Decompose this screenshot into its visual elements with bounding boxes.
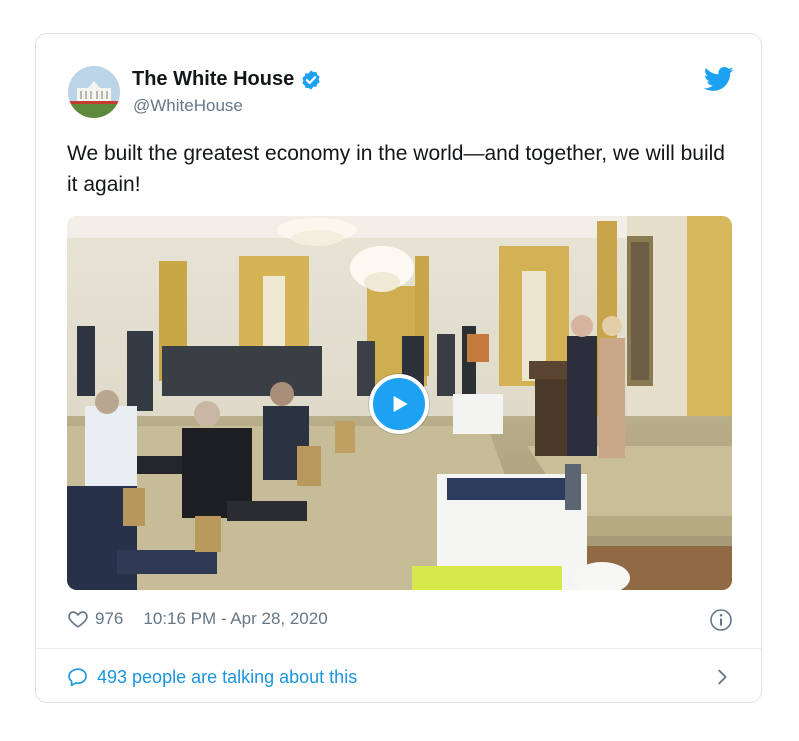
avatar[interactable]	[68, 66, 120, 118]
white-house-avatar-image	[68, 66, 120, 118]
heart-icon[interactable]	[67, 608, 89, 630]
video-player[interactable]	[67, 216, 732, 590]
like-count[interactable]: 976	[95, 609, 123, 629]
tweet-timestamp[interactable]: 10:16 PM - Apr 28, 2020	[143, 609, 327, 629]
play-button[interactable]	[369, 374, 429, 434]
talking-about-text[interactable]: 493 people are talking about this	[97, 667, 357, 688]
speech-bubble-icon	[68, 668, 87, 687]
play-icon	[393, 395, 408, 413]
twitter-bird-icon[interactable]	[704, 64, 734, 94]
divider	[36, 648, 761, 649]
talking-about-link[interactable]: 493 people are talking about this	[67, 664, 733, 690]
author-name[interactable]: The White House	[132, 68, 294, 91]
verified-badge-icon	[302, 69, 320, 90]
author-name-row[interactable]: The White House	[132, 68, 322, 91]
info-icon[interactable]	[709, 608, 733, 632]
tweet-text: We built the greatest economy in the wor…	[67, 142, 725, 196]
author-handle[interactable]: @WhiteHouse	[133, 96, 243, 116]
tweet-meta: 976 10:16 PM - Apr 28, 2020	[67, 608, 328, 630]
tweet-card[interactable]: The White House @WhiteHouse We built the…	[35, 33, 762, 703]
chevron-right-icon[interactable]	[711, 666, 733, 688]
